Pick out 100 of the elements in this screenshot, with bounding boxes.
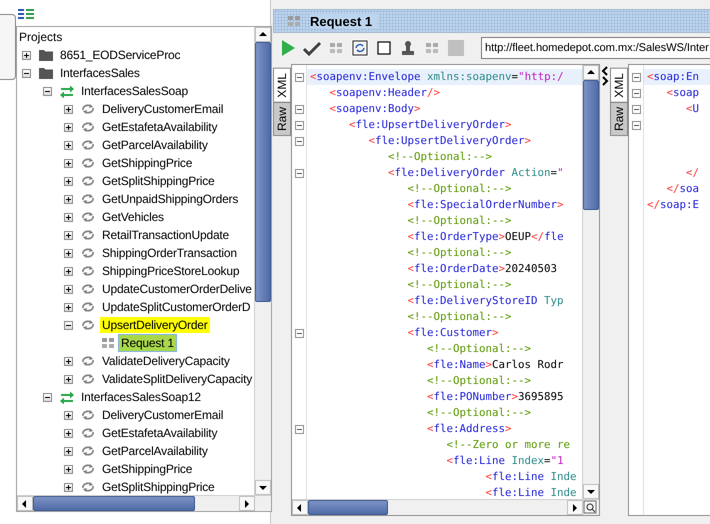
tree-item[interactable]: ShippingPriceStoreLookup: [100, 263, 242, 279]
tree-item[interactable]: Request 1: [119, 335, 176, 351]
expand-toggle[interactable]: [64, 320, 73, 330]
tree-item[interactable]: RetailTransactionUpdate: [100, 227, 232, 243]
scroll-arrow-button[interactable]: [239, 496, 256, 511]
expand-toggle[interactable]: [64, 410, 73, 420]
expand-toggle[interactable]: [22, 68, 31, 78]
scrollbar-thumb[interactable]: [255, 42, 272, 302]
expand-toggle[interactable]: [64, 356, 73, 366]
fold-toggle[interactable]: [632, 72, 640, 82]
scroll-arrow-button[interactable]: [583, 484, 599, 499]
tree-item[interactable]: 8651_EODServiceProc: [58, 47, 182, 63]
expand-toggle[interactable]: [64, 212, 73, 222]
tree-item[interactable]: InterfacesSalesSoap: [79, 83, 190, 99]
tree-item[interactable]: UpdateSplitCustomerOrderD: [100, 299, 252, 315]
side-tab[interactable]: XML: [273, 68, 291, 103]
tree-item[interactable]: GetVehicles: [100, 209, 166, 225]
expand-toggle[interactable]: [64, 140, 73, 150]
expand-toggle[interactable]: [43, 86, 52, 96]
expand-toggle[interactable]: [64, 248, 73, 258]
side-tab[interactable]: XML: [610, 68, 628, 103]
side-panel-tab[interactable]: [0, 14, 16, 80]
fold-toggle[interactable]: [294, 104, 304, 114]
expand-toggle[interactable]: [22, 50, 31, 60]
expand-toggle[interactable]: [64, 122, 73, 132]
fold-toggle[interactable]: [294, 136, 304, 146]
collapse-arrows-icon[interactable]: [601, 66, 609, 86]
side-tab[interactable]: Raw: [610, 102, 628, 136]
code-line: <!--Optional:-->: [387, 149, 494, 165]
minus-icon: [296, 172, 302, 174]
scroll-arrow-button[interactable]: [255, 27, 272, 42]
zoom-icon[interactable]: [583, 500, 599, 515]
vertical-scrollbar[interactable]: [254, 27, 272, 495]
tree-item[interactable]: ValidateDeliveryCapacity: [100, 353, 232, 369]
expand-toggle[interactable]: [64, 158, 73, 168]
refresh-button[interactable]: [351, 39, 369, 57]
plus-icon: [66, 124, 71, 130]
fold-toggle[interactable]: [632, 104, 640, 114]
scrollbar-thumb[interactable]: [308, 500, 388, 515]
tree-item[interactable]: DeliveryCustomerEmail: [100, 407, 226, 423]
tree-item[interactable]: GetEstafetaAvailability: [100, 425, 220, 441]
expand-toggle[interactable]: [64, 284, 73, 294]
tree-item[interactable]: GetSplitShippingPrice: [100, 479, 217, 495]
expand-toggle[interactable]: [64, 194, 73, 204]
expand-toggle[interactable]: [64, 374, 73, 384]
cycle-arrows-icon: [80, 120, 96, 134]
expand-toggle[interactable]: [64, 230, 73, 240]
fold-toggle[interactable]: [294, 328, 304, 338]
vertical-scrollbar[interactable]: [582, 65, 599, 499]
url-field[interactable]: http://fleet.homedepot.com.mx:/SalesWS/Inter: [481, 37, 710, 59]
tree-item[interactable]: UpdateCustomerOrderDelive: [100, 281, 254, 297]
side-tab[interactable]: Raw: [273, 102, 291, 136]
scroll-arrow-button[interactable]: [583, 65, 599, 80]
horizontal-scrollbar[interactable]: [17, 495, 272, 511]
fold-toggle[interactable]: [294, 168, 304, 178]
tree-item[interactable]: GetParcelAvailability: [100, 443, 210, 459]
fold-toggle[interactable]: [294, 72, 304, 82]
tree-root-label[interactable]: Projects: [19, 29, 254, 46]
tree-item[interactable]: GetEstafetaAvailability: [100, 119, 220, 135]
tree-item[interactable]: GetShippingPrice: [100, 461, 194, 477]
tree-item[interactable]: ValidateSplitDeliveryCapacity: [100, 371, 254, 387]
scroll-arrow-button[interactable]: [567, 500, 583, 515]
expand-toggle[interactable]: [64, 446, 73, 456]
editor-tab-title[interactable]: Request 1: [310, 14, 378, 28]
tree-item[interactable]: InterfacesSales: [58, 65, 142, 81]
scrollbar-thumb[interactable]: [583, 80, 599, 210]
expand-toggle[interactable]: [64, 428, 73, 438]
plus-icon: [66, 484, 71, 490]
tree-item[interactable]: GetParcelAvailability: [100, 137, 210, 153]
expand-toggle[interactable]: [64, 482, 73, 492]
scroll-arrow-button[interactable]: [255, 480, 272, 495]
fold-toggle[interactable]: [294, 120, 304, 130]
expand-toggle[interactable]: [43, 392, 52, 402]
stamp-icon[interactable]: [399, 39, 417, 57]
expand-toggle[interactable]: [64, 176, 73, 186]
list-view-icon[interactable]: [18, 8, 34, 20]
code-line: <!--Zero or more re: [446, 437, 572, 453]
tree-item[interactable]: GetShippingPrice: [100, 155, 194, 171]
expand-toggle[interactable]: [64, 302, 73, 312]
code-line: <fle:Line Index="1: [446, 453, 565, 469]
expand-toggle[interactable]: [64, 464, 73, 474]
check-button[interactable]: [303, 39, 321, 57]
tree-item[interactable]: GetSplitShippingPrice: [100, 173, 217, 189]
tree-item[interactable]: ShippingOrderTransaction: [100, 245, 239, 261]
scroll-arrow-button[interactable]: [17, 496, 33, 511]
stop-button[interactable]: [375, 39, 393, 57]
scrollbar-thumb[interactable]: [33, 496, 195, 511]
fold-toggle[interactable]: [294, 424, 304, 434]
tree-item[interactable]: UpsertDeliveryOrder: [100, 317, 210, 333]
expand-toggle[interactable]: [64, 104, 73, 114]
scroll-arrow-button[interactable]: [292, 500, 308, 515]
tree-item[interactable]: InterfacesSalesSoap12: [79, 389, 203, 405]
cycle-arrows-icon: [80, 354, 96, 368]
tree-item[interactable]: DeliveryCustomerEmail: [100, 101, 226, 117]
expand-toggle[interactable]: [64, 266, 73, 276]
fold-toggle[interactable]: [632, 120, 640, 130]
fold-toggle[interactable]: [632, 88, 640, 98]
cycle-arrows-icon: [80, 210, 96, 224]
horizontal-scrollbar[interactable]: [292, 499, 599, 515]
tree-item[interactable]: GetUnpaidShippingOrders: [100, 191, 240, 207]
